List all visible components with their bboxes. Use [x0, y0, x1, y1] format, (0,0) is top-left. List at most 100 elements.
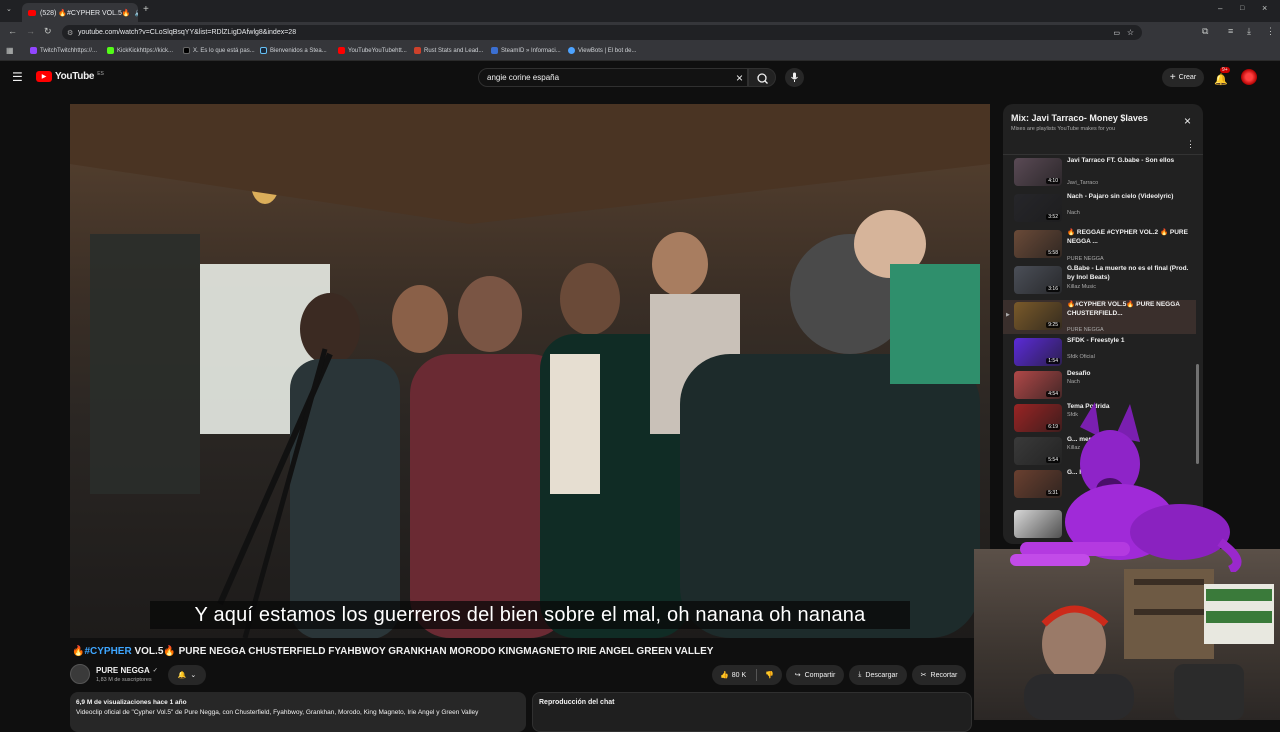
search-input[interactable]: angie corine españa ×	[478, 68, 748, 87]
verified-badge-icon: ✓	[152, 668, 158, 674]
bookmark-item[interactable]: SteamID » Informaci...	[491, 47, 561, 54]
duration-badge: 3:16	[1046, 286, 1060, 292]
new-tab-icon[interactable]: +	[143, 5, 149, 15]
download-button[interactable]: ⤓ Descargar	[849, 665, 907, 685]
rust-icon	[414, 47, 421, 54]
video-player[interactable]	[70, 104, 990, 638]
like-button[interactable]: 👍 80 K	[720, 671, 746, 680]
minimize-icon[interactable]: –	[1218, 5, 1222, 13]
clear-search-icon[interactable]: ×	[736, 71, 743, 85]
chat-replay-title: Reproducción del chat	[539, 699, 615, 706]
playlist-item-current[interactable]: ▶ 9:25 🔥#CYPHER VOL.5🔥 PURE NEGGA CHUSTERF…	[1003, 300, 1196, 334]
playlist-thumbnail[interactable]: 1:54	[1014, 338, 1062, 366]
subscription-bell-button[interactable]: 🔔 ⌄	[168, 665, 206, 685]
tab-title: (528) 🔥#CYPHER VOL.5🔥	[40, 9, 131, 17]
create-button[interactable]: + Crear	[1162, 68, 1204, 87]
bookmark-star-icon[interactable]: ☆	[1127, 28, 1134, 37]
downloads-icon[interactable]: ⤓	[1247, 27, 1251, 36]
playlist-item-channel: Javi_Tarraco	[1067, 180, 1099, 186]
video-subtitle: Y aquí estamos los guerreros del bien so…	[150, 601, 910, 629]
cast-icon[interactable]: ▭	[1113, 29, 1120, 37]
youtube-icon	[338, 47, 345, 54]
playlist-thumbnail[interactable]: 9:25	[1014, 302, 1062, 330]
bookmark-item[interactable]: ViewBots | El bot de...	[568, 47, 636, 54]
hashtag-link[interactable]: #CYPHER	[84, 646, 131, 657]
search-button[interactable]	[748, 68, 776, 87]
playlist-item[interactable]: 3:52 Nach - Pajaro sin cielo (Videolyric)…	[1013, 192, 1199, 226]
kick-icon	[107, 47, 114, 54]
avatar[interactable]	[1241, 69, 1257, 85]
thumbs-down-icon: 👎	[765, 672, 774, 679]
apps-grid-icon[interactable]: ▦	[6, 47, 14, 55]
hamburger-menu-icon[interactable]: ☰	[12, 71, 23, 83]
bell-icon: 🔔	[177, 672, 187, 679]
playlist-item[interactable]: 3:16 G.Babe - La muerte no es el final (P…	[1013, 264, 1199, 298]
reload-icon[interactable]: ↻	[44, 27, 52, 36]
playlist-item-title: SFDK - Freestyle 1	[1067, 337, 1125, 344]
scissors-icon: ✂	[920, 672, 927, 679]
bookmark-item[interactable]: Rust Stats and Lead...	[414, 47, 483, 54]
playlist-thumbnail[interactable]: 3:52	[1014, 194, 1062, 222]
playlist-item-channel: PURE NEGGA	[1067, 327, 1104, 333]
like-dislike-group: 👍 80 K 👎	[712, 665, 782, 685]
playlist-item[interactable]: 4:10 Javi Tarraco FT. G.babe - Son ellos J…	[1013, 156, 1199, 190]
views-line: 6,9 M de visualizaciones hace 1 año	[76, 699, 187, 706]
speaker-icon[interactable]: 🔊	[135, 9, 138, 17]
playlist-item-title: G.Babe - La muerte no es el final (Prod.…	[1067, 265, 1189, 281]
dog-sticker	[1010, 402, 1242, 572]
description-box[interactable]: 6,9 M de visualizaciones hace 1 año Vide…	[70, 692, 526, 732]
playlist-thumbnail[interactable]: 5:58	[1014, 230, 1062, 258]
playlist-thumbnail[interactable]: 4:54	[1014, 371, 1062, 399]
channel-name[interactable]: PURE NEGGA ✓	[96, 666, 158, 675]
browser-tab-active[interactable]: (528) 🔥#CYPHER VOL.5🔥 🔊 ×	[22, 3, 138, 22]
video-frame	[70, 104, 990, 638]
plus-icon: +	[1169, 72, 1176, 83]
playlist-item-channel: Sfdk Oficial	[1067, 354, 1095, 360]
duration-badge: 4:10	[1046, 178, 1060, 184]
close-window-icon[interactable]: ×	[1262, 4, 1267, 13]
logo-text: YouTube	[55, 71, 95, 82]
dislike-button[interactable]: 👎	[765, 671, 774, 679]
site-info-icon[interactable]: ⚙	[67, 29, 73, 37]
back-icon[interactable]: ←	[8, 27, 17, 36]
extensions-icon[interactable]: ⧉	[1202, 27, 1208, 36]
channel-avatar[interactable]	[70, 664, 90, 684]
playlist-menu-icon[interactable]: ⋮	[1186, 140, 1195, 149]
bookmark-item[interactable]: X. Es lo que está pas...	[183, 47, 255, 54]
voice-search-button[interactable]	[785, 68, 804, 87]
playlist-item-channel: PURE NEGGA	[1067, 256, 1104, 262]
media-controls-icon[interactable]: ≡	[1228, 27, 1233, 36]
youtube-logo[interactable]: ▶ YouTube ES	[36, 71, 104, 82]
bookmark-item[interactable]: YouTubeYouTubehtt...	[338, 47, 407, 54]
forward-icon[interactable]: →	[26, 27, 35, 36]
steamid-icon	[491, 47, 498, 54]
divider	[756, 669, 758, 681]
search-query: angie corine españa	[487, 73, 560, 82]
microphone-icon	[791, 72, 798, 82]
youtube-favicon-icon	[28, 9, 36, 16]
close-playlist-icon[interactable]: ×	[1184, 115, 1191, 127]
bookmark-item[interactable]: TwitchTwitchhttps://...	[30, 47, 97, 54]
bookmark-item[interactable]: Bienvenidos a Stea...	[260, 47, 327, 54]
playlist-thumbnail[interactable]: 3:16	[1014, 266, 1062, 294]
browser-menu-icon[interactable]: ⋮	[1266, 27, 1275, 36]
playlist-item[interactable]: 1:54 SFDK - Freestyle 1 Sfdk Oficial	[1013, 336, 1199, 370]
playlist-item-title: Nach - Pajaro sin cielo (Videolyric)	[1067, 193, 1174, 200]
bookmark-item[interactable]: KickKickhttps://kick...	[107, 47, 173, 54]
download-icon: ⤓	[858, 671, 862, 678]
video-title: 🔥#CYPHER VOL.5🔥 PURE NEGGA CHUSTERFIELD …	[72, 646, 714, 657]
address-bar[interactable]: ⚙ youtube.com/watch?v=CLoSlqBsqYY&list=R…	[62, 25, 1142, 40]
playlist-item-title: Desafio	[1067, 370, 1091, 377]
tab-list-icon[interactable]: ⌄	[6, 6, 12, 13]
duration-badge: 3:52	[1046, 214, 1060, 220]
clip-button[interactable]: ✂ Recortar	[912, 665, 966, 685]
playlist-item[interactable]: 4:54 Desafio Nach	[1013, 369, 1199, 403]
maximize-icon[interactable]: □	[1240, 5, 1244, 12]
playlist-item[interactable]: 5:58 🔥 REGGAE #CYPHER VOL.2 🔥 PURE NEGGA …	[1013, 228, 1199, 262]
address-row: ← → ↻ ⚙ youtube.com/watch?v=CLoSlqBsqYY&…	[0, 22, 1280, 42]
duration-badge: 5:58	[1046, 250, 1060, 256]
share-button[interactable]: ↪ Compartir	[786, 665, 844, 685]
playlist-item-channel: Nach	[1067, 379, 1080, 385]
notifications-button[interactable]: 🔔 9+	[1214, 67, 1230, 88]
playlist-thumbnail[interactable]: 4:10	[1014, 158, 1062, 186]
